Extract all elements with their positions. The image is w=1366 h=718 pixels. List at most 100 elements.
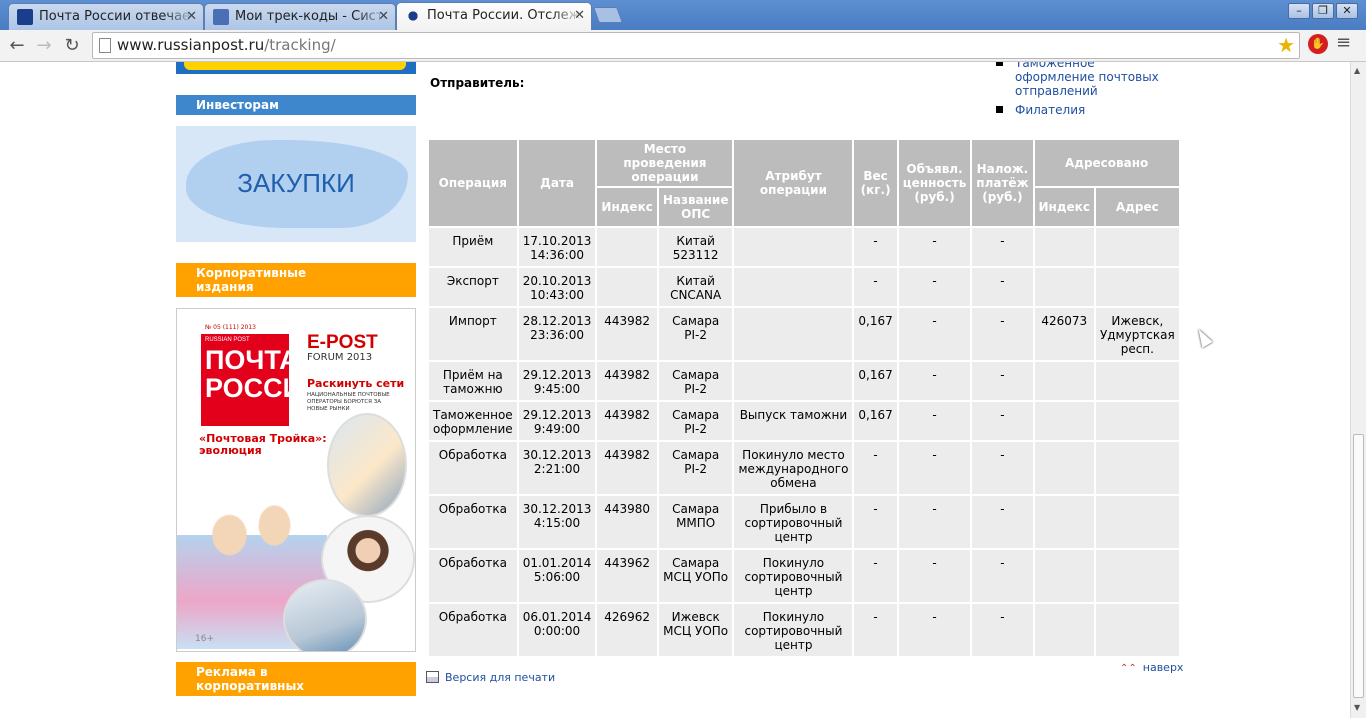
cell-weight: 0,167	[854, 362, 897, 400]
cell-declared: -	[898, 362, 971, 400]
table-row: Обработка 30.12.2013 4:15:00 443980 Самара …	[429, 496, 1179, 548]
cell-ops-name: Самара PI-2	[658, 308, 733, 360]
print-label: Версия для печати	[445, 671, 556, 684]
cell-declared: -	[898, 268, 971, 306]
cell-date: 30.12.2013 4:15:00	[518, 496, 596, 548]
table-row: Обработка 06.01.2014 0:00:00 426962 Ижевск …	[429, 604, 1179, 656]
page-scrollbar[interactable]: ▲ ▼	[1350, 62, 1366, 718]
page-viewport: Инвесторам ЗАКУПКИ Корпоративные издания…	[0, 62, 1350, 718]
tab-my-trackcodes[interactable]: Мои трек-коды - Систе ✕	[204, 3, 396, 30]
back-arrow-icon[interactable]: ←	[5, 34, 29, 58]
close-icon[interactable]: ✕	[186, 4, 197, 29]
cell-index: 443980	[597, 496, 657, 548]
tab-title: Почта России. Отслеж	[427, 8, 581, 23]
sidebar-corporate-editions[interactable]: Корпоративные издания	[176, 263, 416, 297]
scroll-up-arrow-icon[interactable]: ▲	[1354, 66, 1360, 75]
tab-russianpost-answers[interactable]: Почта России отвечае ✕	[8, 3, 204, 30]
cell-date: 29.12.2013 9:49:00	[518, 402, 596, 440]
cell-index	[597, 268, 657, 306]
tab-tracking[interactable]: Почта России. Отслеж ✕	[396, 2, 592, 30]
cell-weight: -	[854, 268, 897, 306]
cell-operation: Обработка	[429, 604, 517, 656]
link-customs-clearance[interactable]: Таможенное оформление почтовых отправлен…	[996, 62, 1196, 98]
cell-ops-name: Самара PI-2	[658, 362, 733, 400]
cell-index	[597, 228, 657, 266]
sidebar-investors[interactable]: Инвесторам	[176, 95, 416, 115]
adblock-extension-icon[interactable]: ✋	[1308, 34, 1328, 54]
cell-declared: -	[898, 442, 971, 494]
magazine-troika: «Почтовая Тройка»: эволюция	[199, 432, 327, 457]
cell-weight: -	[854, 604, 897, 656]
top-label: наверх	[1142, 661, 1184, 674]
reload-icon[interactable]: ↻	[60, 34, 84, 58]
sidebar-top-banner[interactable]	[176, 62, 416, 74]
cell-date: 06.01.2014 0:00:00	[518, 604, 596, 656]
page-icon	[99, 38, 111, 53]
cell-cod: -	[972, 362, 1033, 400]
printer-icon	[426, 671, 439, 683]
col-addr-address: Адрес	[1095, 188, 1179, 226]
cell-addr-index	[1034, 550, 1094, 602]
cell-ops-name: Китай 523112	[658, 228, 733, 266]
back-to-top-link[interactable]: ⌃⌃ наверх	[1120, 661, 1183, 674]
mouse-cursor	[1193, 326, 1213, 348]
cell-ops-name: Самара МСЦ УОПо	[658, 550, 733, 602]
new-tab-button[interactable]	[593, 7, 623, 23]
cell-weight: 0,167	[854, 308, 897, 360]
menu-icon[interactable]: ≡	[1336, 32, 1351, 53]
cell-operation: Обработка	[429, 442, 517, 494]
forward-arrow-icon[interactable]: →	[32, 34, 56, 58]
col-declared-value: Объявл. ценность (руб.)	[898, 140, 971, 226]
cell-weight: -	[854, 496, 897, 548]
cell-cod: -	[972, 402, 1033, 440]
cell-addr-index	[1034, 362, 1094, 400]
bookmark-star-icon[interactable]: ★	[1277, 33, 1295, 58]
maximize-button[interactable]: ❐	[1312, 3, 1334, 19]
postman-photo	[327, 413, 407, 517]
cell-cod: -	[972, 496, 1033, 548]
sidebar-ads[interactable]: Реклама в корпоративных изданиях	[176, 662, 416, 707]
cell-ops-name: Самара ММПО	[658, 496, 733, 548]
cell-cod: -	[972, 442, 1033, 494]
col-date: Дата	[518, 140, 596, 226]
magazine-cover[interactable]: № 05 (111) 2013 RUSSIAN POST ПОЧТА РОССИ…	[176, 308, 416, 652]
epost-title: E-POST	[307, 332, 378, 353]
cell-weight: -	[854, 550, 897, 602]
cell-attribute: Прибыло в сортировочный центр	[734, 496, 853, 548]
cell-address	[1095, 402, 1179, 440]
cell-operation: Импорт	[429, 308, 517, 360]
cell-address	[1095, 268, 1179, 306]
col-weight: Вес (кг.)	[854, 140, 897, 226]
cell-address	[1095, 362, 1179, 400]
magazine-headline-sub: НАЦИОНАЛЬНЫЕ ПОЧТОВЫЕ ОПЕРАТОРЫ БОРЮТСЯ …	[307, 392, 390, 412]
cell-attribute: Покинуло место международного обмена	[734, 442, 853, 494]
cell-cod: -	[972, 308, 1033, 360]
table-row: Обработка 01.01.2014 5:06:00 443962 Самара …	[429, 550, 1179, 602]
col-addressed: Адресовано	[1034, 140, 1179, 186]
scroll-thumb[interactable]	[1353, 434, 1364, 698]
close-window-button[interactable]: ✕	[1336, 3, 1358, 19]
cell-operation: Приём	[429, 228, 517, 266]
close-icon[interactable]: ✕	[378, 4, 389, 29]
cell-ops-name: Китай CNCANA	[658, 268, 733, 306]
scroll-down-arrow-icon[interactable]: ▼	[1354, 703, 1360, 712]
address-bar[interactable]: www.russianpost.ru/tracking/ ★	[92, 32, 1300, 59]
link-philately[interactable]: Филателия	[996, 103, 1196, 117]
publisher-label: RUSSIAN POST	[205, 337, 250, 343]
cell-address	[1095, 442, 1179, 494]
cell-date: 20.10.2013 10:43:00	[518, 268, 596, 306]
pochta-rossii-logo: RUSSIAN POST ПОЧТА РОССИИ	[201, 334, 321, 426]
print-version-link[interactable]: Версия для печати	[426, 671, 555, 684]
close-icon[interactable]: ✕	[574, 3, 585, 28]
minimize-button[interactable]: –	[1288, 3, 1310, 19]
tab-title: Мои трек-коды - Систе	[235, 9, 387, 24]
cell-attribute	[734, 308, 853, 360]
zakupki-banner[interactable]: ЗАКУПКИ	[176, 126, 416, 242]
trackcodes-favicon	[213, 9, 229, 25]
cell-cod: -	[972, 604, 1033, 656]
cell-attribute	[734, 362, 853, 400]
col-operation: Операция	[429, 140, 517, 226]
cell-weight: 0,167	[854, 402, 897, 440]
col-place: Место проведения операции	[597, 140, 733, 186]
cell-index: 443962	[597, 550, 657, 602]
